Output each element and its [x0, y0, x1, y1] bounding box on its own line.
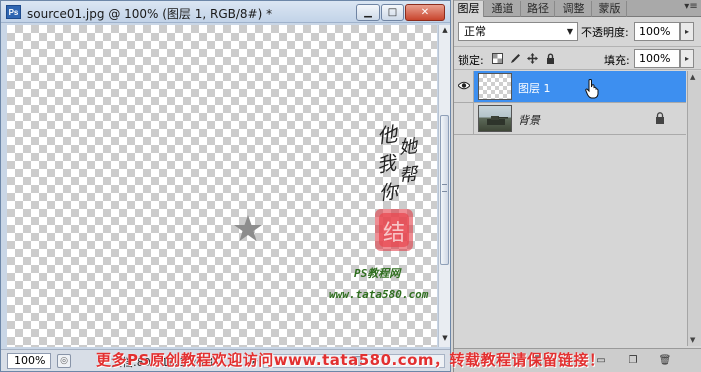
- seal-char: 结: [383, 221, 405, 246]
- hand-cursor-icon: [585, 79, 599, 99]
- tab-adjustments[interactable]: 调整: [556, 1, 592, 17]
- blend-mode-select[interactable]: 正常 ▼: [458, 22, 578, 41]
- lock-label: 锁定:: [458, 54, 484, 67]
- tab-masks[interactable]: 蒙版: [593, 1, 627, 17]
- lock-transparent-pixels-icon[interactable]: [492, 53, 503, 64]
- fill-label: 填充:: [604, 54, 630, 67]
- visibility-toggle[interactable]: [454, 103, 474, 134]
- zoom-field[interactable]: 100%: [7, 353, 51, 369]
- watermark-text: 更多PS原创教程欢迎访问www.tata580.com，转载教程请保留链接！: [96, 351, 605, 369]
- scroll-down-arrow-icon[interactable]: ▼: [440, 334, 450, 346]
- opacity-label: 不透明度:: [581, 26, 629, 39]
- calligraphy-char-5: 你: [378, 180, 403, 205]
- canvas-artwork: 他 她 我 帮 你 结 PS教程网 www.tata580.com: [234, 121, 429, 301]
- document-title-bar[interactable]: Ps source01.jpg @ 100% (图层 1, RGB/8#) * …: [1, 1, 450, 23]
- eye-icon: [458, 81, 470, 90]
- star-shape: [234, 215, 262, 241]
- panel-tabs: 图层 通道 路径 调整 蒙版 ▾≡: [454, 0, 701, 17]
- chevron-down-icon: ▼: [566, 27, 573, 36]
- site-url: www.tata580.com: [329, 288, 429, 301]
- layers-list-scrollbar[interactable]: ▲ ▼: [687, 71, 701, 346]
- layer-thumbnail: [478, 73, 512, 100]
- blend-mode-value: 正常: [464, 25, 486, 38]
- layer-thumbnail: [478, 105, 512, 132]
- tab-paths[interactable]: 路径: [522, 1, 555, 17]
- calligraphy-char-3: 我: [375, 152, 400, 177]
- layer-row-layer-1[interactable]: 图层 1: [454, 71, 686, 103]
- minimize-button[interactable]: ▁: [356, 4, 380, 21]
- opacity-slider-toggle[interactable]: ▸: [680, 22, 694, 41]
- calligraphy-char-1: 他: [375, 121, 400, 148]
- vertical-scrollbar[interactable]: ▲ ▼: [438, 25, 450, 347]
- document-title: source01.jpg @ 100% (图层 1, RGB/8#) *: [27, 7, 273, 21]
- calligraphy-char-4: 帮: [398, 164, 421, 187]
- lock-row: 锁定: 填充: 100% ▸: [454, 46, 701, 70]
- scroll-up-arrow-icon[interactable]: ▲: [440, 26, 450, 38]
- new-layer-icon[interactable]: ❐: [626, 354, 640, 367]
- canvas[interactable]: 他 她 我 帮 你 结 PS教程网 www.tata580.com: [7, 25, 437, 347]
- red-seal: 结: [375, 209, 413, 251]
- tab-layers[interactable]: 图层: [454, 1, 484, 17]
- document-window: Ps source01.jpg @ 100% (图层 1, RGB/8#) * …: [0, 0, 451, 372]
- vertical-scroll-thumb[interactable]: [440, 115, 449, 265]
- fill-slider-toggle[interactable]: ▸: [680, 49, 694, 68]
- layers-panel: 图层 通道 路径 调整 蒙版 ▾≡ 正常 ▼ 不透明度: 100% ▸ 锁定: …: [453, 0, 701, 372]
- site-name: PS教程网: [354, 267, 402, 280]
- visibility-toggle[interactable]: [454, 71, 474, 102]
- trash-icon[interactable]: 🗑: [658, 354, 672, 367]
- opacity-field[interactable]: 100%: [634, 22, 680, 41]
- calligraphy-char-2: 她: [398, 136, 420, 159]
- scroll-up-arrow-icon[interactable]: ▲: [690, 73, 695, 81]
- panel-menu-icon[interactable]: ▾≡: [682, 1, 700, 15]
- layers-list: 图层 1 背景: [454, 71, 686, 321]
- layer-name[interactable]: 图层 1: [518, 80, 551, 96]
- tank-thumbnail-image: [487, 116, 508, 125]
- fill-field[interactable]: 100%: [634, 49, 680, 68]
- lock-all-icon[interactable]: [545, 53, 556, 64]
- maximize-button[interactable]: □: [381, 4, 404, 21]
- lock-position-icon[interactable]: [527, 53, 538, 64]
- lock-image-pixels-icon[interactable]: [509, 53, 520, 64]
- navigator-icon[interactable]: ◎: [57, 354, 71, 368]
- scroll-down-arrow-icon[interactable]: ▼: [690, 336, 695, 344]
- lock-icon: [656, 112, 664, 124]
- layer-row-background[interactable]: 背景: [454, 103, 686, 135]
- close-button[interactable]: ✕: [405, 4, 445, 21]
- grip-icon: [442, 184, 447, 192]
- photoshop-app-icon: Ps: [6, 5, 21, 19]
- tab-channels[interactable]: 通道: [485, 1, 521, 17]
- layer-name[interactable]: 背景: [518, 112, 540, 128]
